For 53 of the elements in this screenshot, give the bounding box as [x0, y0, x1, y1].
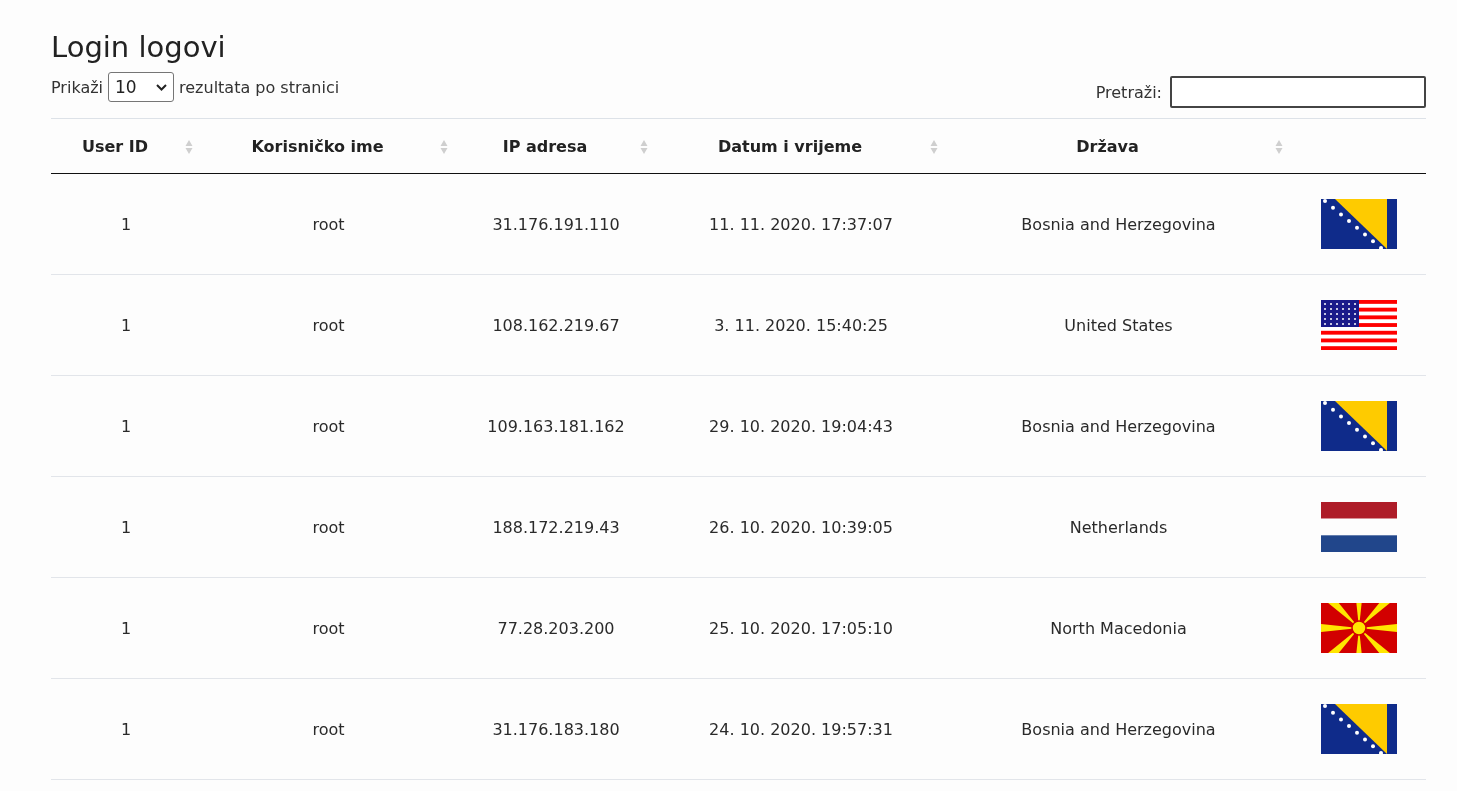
table-cell: 1	[51, 274, 201, 376]
table-cell: root	[201, 577, 456, 679]
length-label: rezultata po stranici	[179, 77, 340, 97]
flag-icon	[1320, 603, 1397, 653]
table-cell: 31.176.183.180	[456, 678, 656, 780]
flag-icon	[1320, 704, 1397, 754]
table-cell: root	[201, 375, 456, 477]
sort-icon	[185, 139, 193, 155]
table-cell: 108.162.219.67	[456, 274, 656, 376]
sort-icon	[640, 139, 648, 155]
table-cell: root	[201, 476, 456, 578]
column-header[interactable]: IP adresa	[456, 118, 656, 174]
flag-icon	[1320, 401, 1397, 451]
table-cell: 1	[51, 375, 201, 477]
flag-icon	[1320, 300, 1397, 350]
table-cell: 25. 10. 2020. 17:05:10	[656, 577, 946, 679]
table-cell: 1	[51, 173, 201, 275]
column-header[interactable]: Država	[946, 118, 1291, 174]
table-cell: root	[201, 678, 456, 780]
length-label: Prikaži	[51, 77, 104, 97]
flag-icon	[1320, 502, 1397, 552]
table-cell: 188.172.219.43	[456, 476, 656, 578]
table-cell: 1	[51, 577, 201, 679]
chevron-down-icon	[156, 83, 168, 91]
table-cell: 24. 10. 2020. 19:57:31	[656, 678, 946, 780]
table-cell: root	[201, 274, 456, 376]
table-cell: 109.163.181.162	[456, 375, 656, 477]
table-cell: 31.176.191.110	[456, 173, 656, 275]
table-cell: 26. 10. 2020. 10:39:05	[656, 476, 946, 578]
table-cell: Netherlands	[946, 476, 1291, 578]
table-cell: 1	[51, 476, 201, 578]
sort-icon	[440, 139, 448, 155]
table-cell: 1	[51, 678, 201, 780]
sort-icon	[930, 139, 938, 155]
table-cell: root	[201, 173, 456, 275]
column-header[interactable]: User ID	[51, 118, 201, 174]
column-header[interactable]: Datum i vrijeme	[656, 118, 946, 174]
flag-icon	[1320, 199, 1397, 249]
table-cell: United States	[946, 274, 1291, 376]
page-title: Login logovi	[51, 30, 227, 64]
table-cell: 29. 10. 2020. 19:04:43	[656, 375, 946, 477]
page-size-select[interactable]: 10	[108, 72, 175, 102]
table-cell: 3. 11. 2020. 15:40:25	[656, 274, 946, 376]
table-cell: Bosnia and Herzegovina	[946, 375, 1291, 477]
table-cell: 11. 11. 2020. 17:37:07	[656, 173, 946, 275]
sort-icon	[1275, 139, 1283, 155]
table-cell: North Macedonia	[946, 577, 1291, 679]
table-cell: Bosnia and Herzegovina	[946, 173, 1291, 275]
column-header[interactable]: Korisničko ime	[201, 118, 456, 174]
table-cell: 77.28.203.200	[456, 577, 656, 679]
table-cell: Bosnia and Herzegovina	[946, 678, 1291, 780]
search-label: Pretraži:	[1095, 82, 1162, 102]
search-field[interactable]	[1170, 76, 1426, 108]
